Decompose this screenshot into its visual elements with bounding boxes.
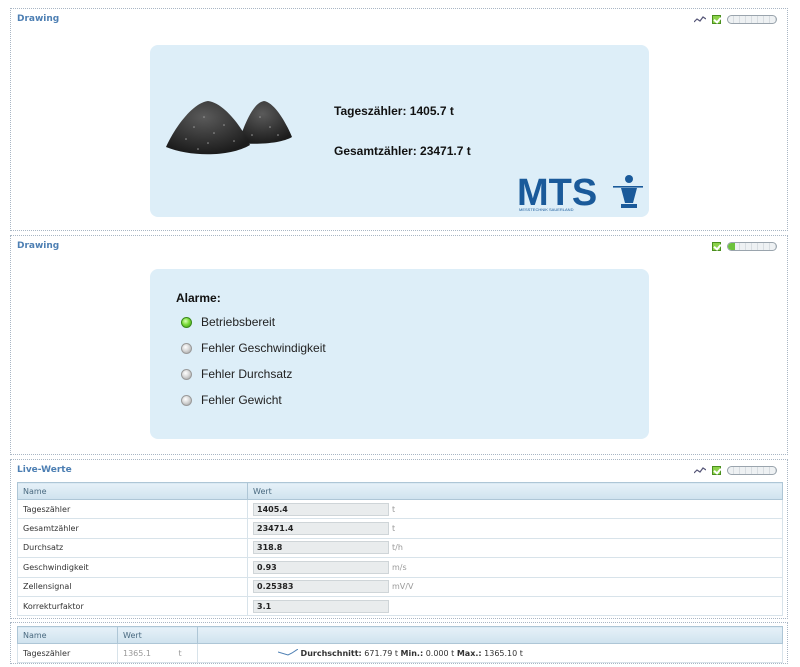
- row-value-cell: 23471.4 t: [247, 518, 783, 539]
- row-name: Zellensignal: [17, 576, 248, 597]
- row-name: Durchsatz: [17, 537, 248, 559]
- table-row: Korrekturfaktor 3.1: [17, 595, 783, 617]
- min-value: 0.000 t: [425, 648, 455, 658]
- row-name: Tageszähler: [17, 498, 248, 520]
- value-field[interactable]: 1405.4: [253, 502, 389, 516]
- panel-title: Drawing: [17, 241, 60, 251]
- row-value-cell: 318.8 t/h: [247, 537, 783, 559]
- column-header-value: Wert: [117, 626, 198, 644]
- status-led-icon: [181, 368, 192, 380]
- panel-title: Drawing: [17, 14, 60, 24]
- value-field[interactable]: 3.1: [253, 599, 389, 613]
- unit-label: t/h: [392, 543, 403, 553]
- row-summary-cell: Durchschnitt: 671.79 t Min.: 0.000 t Max…: [197, 642, 783, 664]
- alarm-card: Alarme: Betriebsbereit Fehler Geschwindi…: [150, 269, 649, 439]
- row-value-cell: 1405.4 t: [247, 498, 783, 520]
- row-name: Geschwindigkeit: [17, 557, 248, 578]
- table-row: Gesamtzähler 23471.4 t: [17, 518, 783, 539]
- statistics-panel: Name Wert Tageszähler 1365.1 t Durchschn…: [10, 622, 788, 664]
- row-value: 1365.1: [123, 648, 151, 658]
- table-row: Tageszähler 1365.1 t Durchschnitt: 671.7…: [17, 642, 783, 664]
- min-label: Min.:: [400, 648, 424, 658]
- drawing-panel-counters: Drawing Tageszähler: 1405.7 t Gesamtzähl…: [10, 8, 788, 231]
- day-counter-label: Tageszähler: 1405.7 t: [334, 104, 454, 118]
- checkbox-icon[interactable]: [712, 466, 721, 475]
- value-field[interactable]: 23471.4: [253, 522, 389, 536]
- average-value: 671.79 t: [364, 648, 398, 658]
- live-values-table: Name Wert Tageszähler 1405.4 t Gesamtzäh…: [17, 482, 783, 617]
- checkbox-icon[interactable]: [712, 242, 721, 251]
- unit-label: m/s: [392, 562, 407, 572]
- panel-tools: [712, 242, 777, 251]
- row-value-cell: 1365.1 t: [117, 642, 198, 664]
- alarm-item: Betriebsbereit: [181, 315, 275, 329]
- row-value-cell: 0.25383 mV/V: [247, 576, 783, 597]
- table-row: Durchsatz 318.8 t/h: [17, 537, 783, 559]
- drawing-panel-alarms: Drawing Alarme: Betriebsbereit Fehler Ge…: [10, 235, 788, 455]
- alarm-item: Fehler Geschwindigkeit: [181, 341, 326, 355]
- logo-subtext: MESSTECHNIK SAUERLAND: [519, 207, 574, 212]
- average-label: Durchschnitt:: [300, 648, 362, 658]
- status-led-icon: [181, 394, 192, 406]
- status-led-icon: [181, 316, 192, 328]
- unit-label: mV/V: [392, 582, 414, 592]
- unit-label: t: [178, 648, 182, 658]
- counter-card: Tageszähler: 1405.7 t Gesamtzähler: 2347…: [150, 45, 649, 217]
- panel-title: Live-Werte: [17, 465, 72, 475]
- row-value-cell: 3.1: [247, 595, 783, 617]
- alarm-item: Fehler Durchsatz: [181, 367, 292, 381]
- value-field[interactable]: 0.93: [253, 560, 389, 574]
- column-header-name: Name: [17, 626, 118, 644]
- column-header-value: Wert: [247, 482, 783, 500]
- max-value: 1365.10 t: [484, 648, 523, 658]
- alarm-heading: Alarme:: [176, 291, 221, 305]
- sparkline-icon[interactable]: [694, 15, 706, 24]
- row-name: Korrekturfaktor: [17, 595, 248, 617]
- progress-bar: [727, 15, 777, 24]
- trend-icon: [277, 648, 299, 656]
- value-field[interactable]: 318.8: [253, 541, 389, 555]
- checkbox-icon[interactable]: [712, 15, 721, 24]
- row-value-cell: 0.93 m/s: [247, 557, 783, 578]
- sparkline-icon[interactable]: [694, 466, 706, 475]
- row-name: Gesamtzähler: [17, 518, 248, 539]
- progress-fill: [728, 243, 736, 250]
- alarm-label: Betriebsbereit: [201, 315, 276, 329]
- total-counter-label: Gesamtzähler: 23471.7 t: [334, 144, 471, 158]
- panel-tools: [694, 466, 777, 475]
- unit-label: t: [392, 504, 396, 514]
- progress-bar: [727, 466, 777, 475]
- panel-tools: [694, 15, 777, 24]
- alarm-item: Fehler Gewicht: [181, 393, 282, 407]
- column-header-name: Name: [17, 482, 248, 500]
- alarm-label: Fehler Geschwindigkeit: [201, 341, 326, 355]
- statistics-table: Name Wert Tageszähler 1365.1 t Durchschn…: [17, 626, 783, 664]
- live-values-panel: Live-Werte Name Wert Tageszähler 1405.4 …: [10, 459, 788, 619]
- row-name: Tageszähler: [17, 642, 118, 664]
- alarm-label: Fehler Gewicht: [201, 393, 282, 407]
- value-field[interactable]: 0.25383: [253, 580, 389, 594]
- progress-bar: [727, 242, 777, 251]
- max-label: Max.:: [456, 648, 482, 658]
- unit-label: t: [392, 524, 396, 534]
- table-row: Geschwindigkeit 0.93 m/s: [17, 557, 783, 578]
- table-row: Zellensignal 0.25383 mV/V: [17, 576, 783, 597]
- alarm-label: Fehler Durchsatz: [201, 367, 293, 381]
- table-row: Tageszähler 1405.4 t: [17, 498, 783, 520]
- mts-logo: MTS MESSTECHNIK SAUERLAND: [517, 173, 643, 213]
- column-header-blank: [197, 626, 783, 644]
- material-heap-image: [166, 101, 292, 155]
- status-led-icon: [181, 342, 192, 354]
